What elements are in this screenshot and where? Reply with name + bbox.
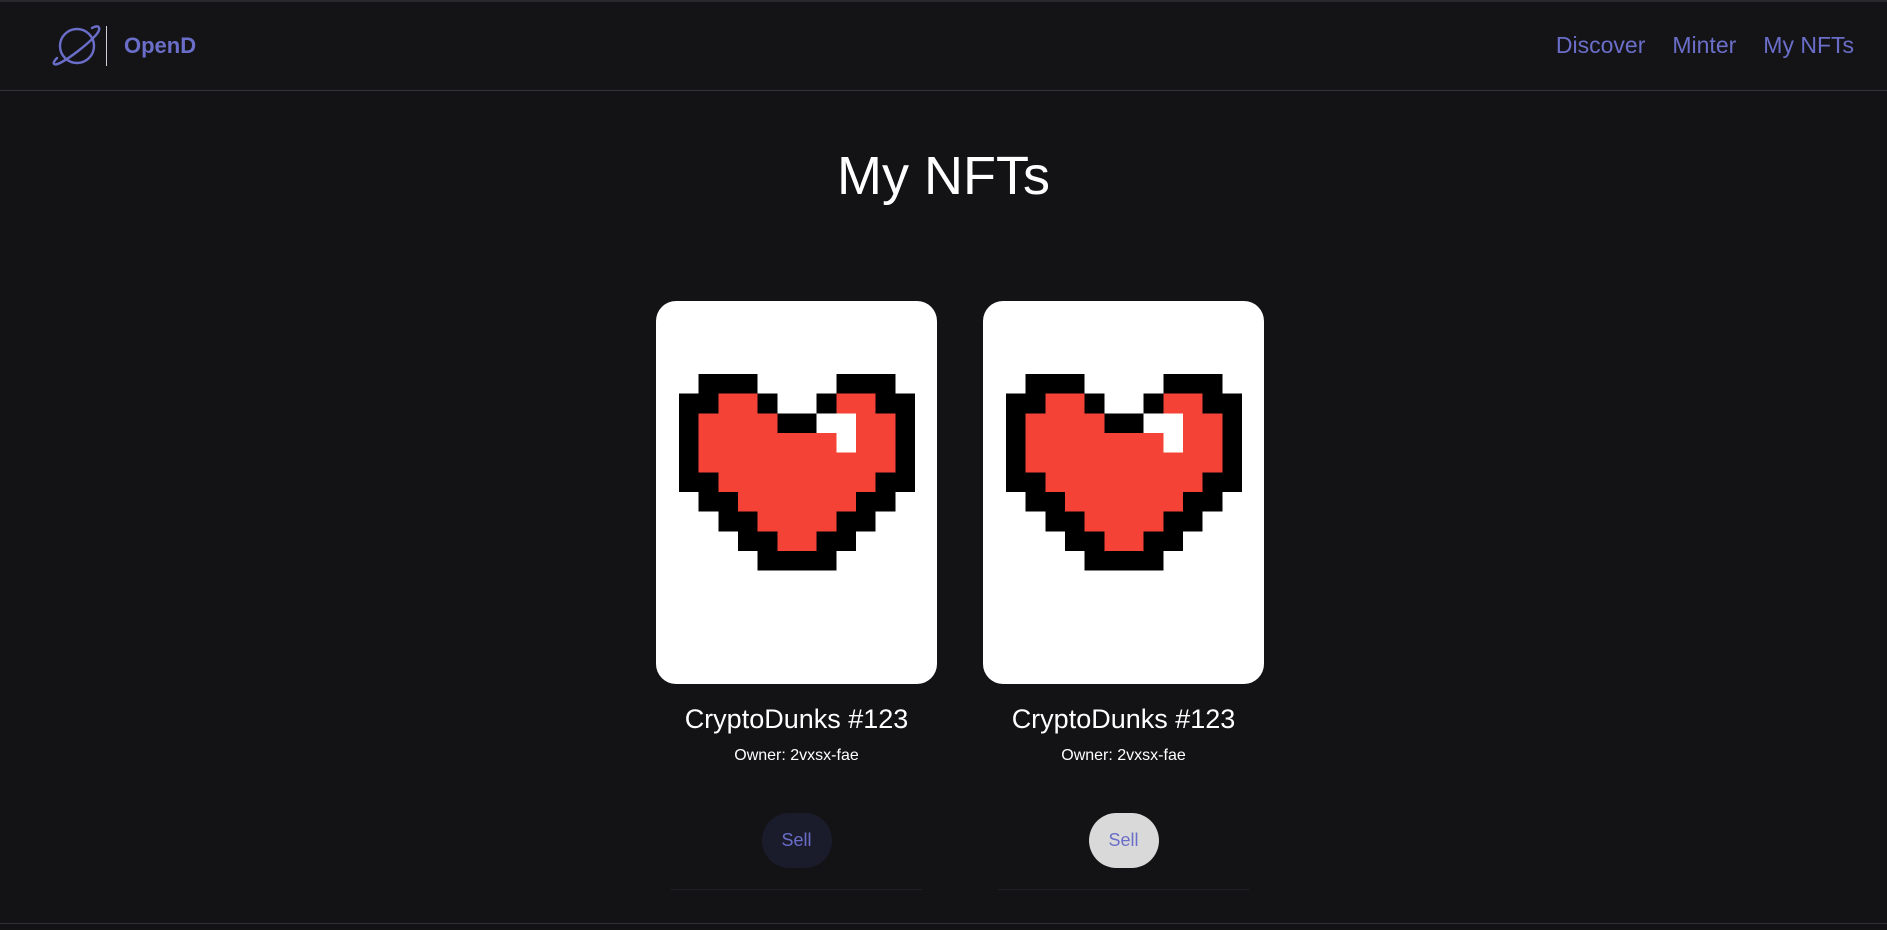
nft-name: CryptoDunks #123 <box>684 704 909 734</box>
nft-card: CryptoDunks #123 Owner: 2vxsx-fae Sell <box>983 301 1264 891</box>
sell-button[interactable]: Sell <box>761 813 832 868</box>
logo-divider <box>106 26 107 66</box>
planet-logo-icon <box>52 25 101 66</box>
nft-owner: Owner: 2vxsx-fae <box>734 747 859 764</box>
nft-image[interactable] <box>983 301 1264 684</box>
brand-name[interactable]: OpenD <box>124 33 196 59</box>
nav-link-discover[interactable]: Discover <box>1556 32 1645 59</box>
card-divider <box>998 889 1249 890</box>
card-divider <box>671 889 922 890</box>
nft-owner: Owner: 2vxsx-fae <box>1061 747 1186 764</box>
nft-image[interactable] <box>656 301 937 684</box>
navbar: OpenD Discover Minter My NFTs <box>0 2 1887 91</box>
nav-link-minter[interactable]: Minter <box>1672 32 1736 59</box>
nft-gallery: CryptoDunks #123 Owner: 2vxsx-fae Sell C… <box>656 301 1264 891</box>
sell-button[interactable]: Sell <box>1088 813 1159 868</box>
pixel-heart-icon <box>679 374 915 571</box>
logo[interactable]: OpenD <box>52 22 196 70</box>
nav-link-my-nfts[interactable]: My NFTs <box>1763 32 1854 59</box>
nft-card: CryptoDunks #123 Owner: 2vxsx-fae Sell <box>656 301 937 891</box>
footer-border <box>0 923 1887 924</box>
nav-links: Discover Minter My NFTs <box>1556 32 1854 59</box>
page-title: My NFTs <box>837 146 1050 206</box>
pixel-heart-icon <box>1006 374 1242 571</box>
nft-name: CryptoDunks #123 <box>1011 704 1236 734</box>
